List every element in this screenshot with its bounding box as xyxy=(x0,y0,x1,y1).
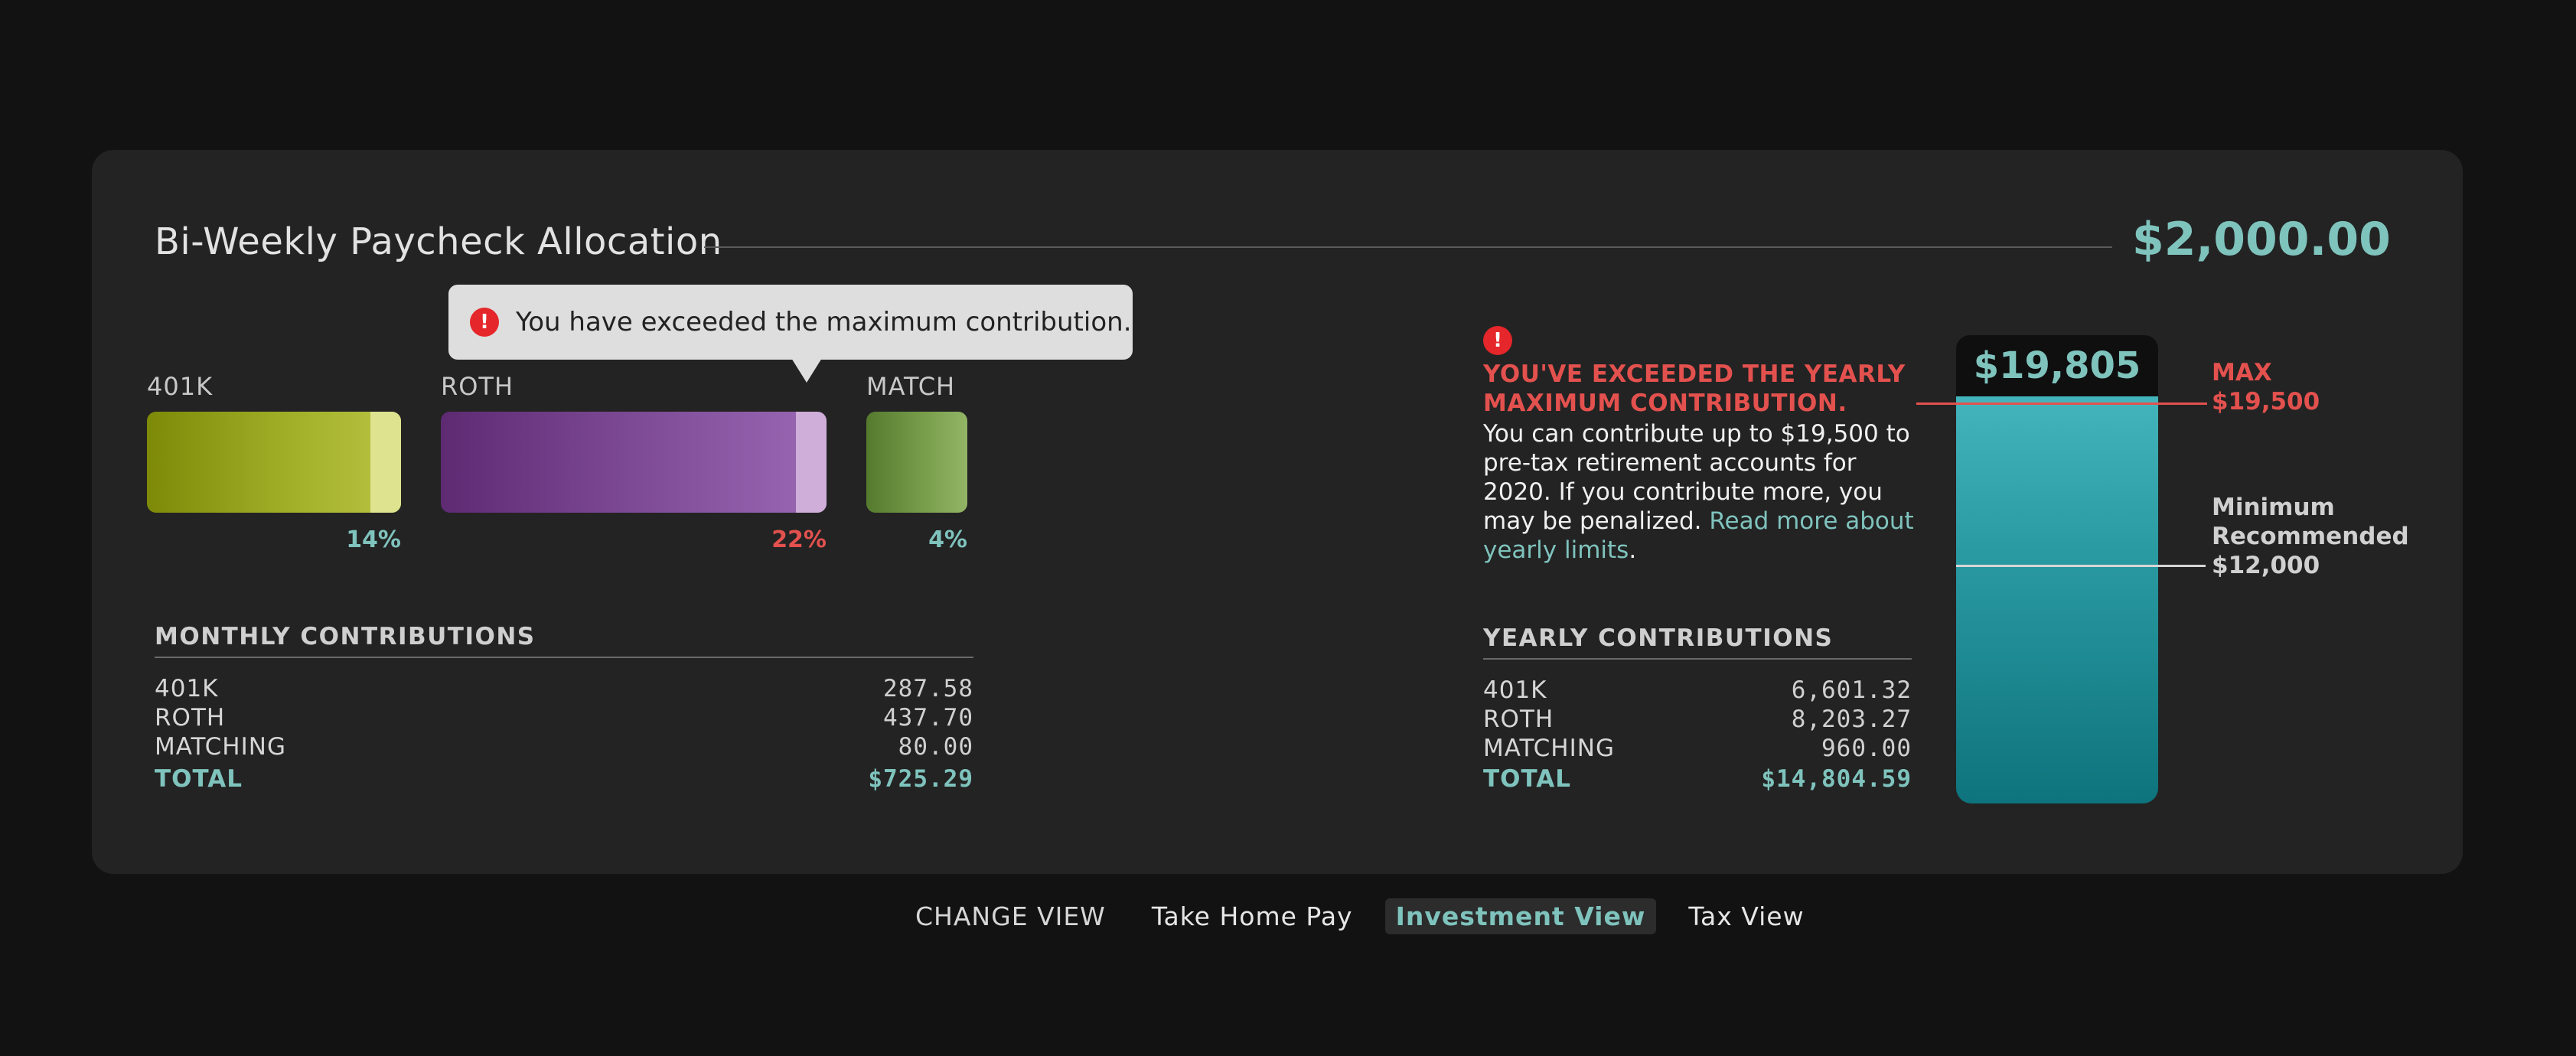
paycheck-amount: $2,000.00 xyxy=(2132,213,2391,266)
title-divider xyxy=(704,246,2112,248)
min-value: $12,000 xyxy=(2212,552,2320,579)
total-label: TOTAL xyxy=(1483,765,1571,793)
bar-label-401k: 401K xyxy=(147,372,214,401)
table-row: MATCHING 80.00 xyxy=(155,733,973,761)
tab-investment-view[interactable]: Investment View xyxy=(1384,898,1657,934)
table-row: ROTH 8,203.27 xyxy=(1483,706,1912,733)
total-label: TOTAL xyxy=(155,765,243,793)
allocation-bar-match[interactable] xyxy=(866,412,967,513)
yearly-heading: YEARLY CONTRIBUTIONS xyxy=(1483,624,1834,652)
monthly-heading: MONTHLY CONTRIBUTIONS xyxy=(155,623,536,650)
row-label: ROTH xyxy=(155,704,226,732)
max-value: $19,500 xyxy=(2212,388,2320,416)
min-label-1: Minimum xyxy=(2212,494,2335,521)
total-value: $14,804.59 xyxy=(1761,765,1912,793)
page-title: Bi-Weekly Paycheck Allocation xyxy=(155,220,722,263)
total-value: $725.29 xyxy=(868,765,973,793)
percent-401k: 14% xyxy=(346,526,401,553)
bar-handle-roth[interactable] xyxy=(796,412,827,513)
total-row: TOTAL $14,804.59 xyxy=(1483,765,1912,793)
warning-body: You can contribute up to $19,500 to pre-… xyxy=(1483,419,1927,565)
row-value: 6,601.32 xyxy=(1791,676,1912,704)
max-label: MAX xyxy=(2212,359,2272,386)
table-row: 401K 6,601.32 xyxy=(1483,676,1912,704)
bar-handle-401k[interactable] xyxy=(370,412,401,513)
percent-match: 4% xyxy=(928,526,967,553)
allocation-bar-roth[interactable] xyxy=(441,412,827,513)
min-marker-label: Minimum Recommended $12,000 xyxy=(2212,493,2409,580)
tooltip-message: You have exceeded the maximum contributi… xyxy=(516,307,1132,337)
table-row: MATCHING 960.00 xyxy=(1483,735,1912,762)
exceeded-tooltip: ! You have exceeded the maximum contribu… xyxy=(448,285,1133,383)
percent-roth: 22% xyxy=(771,526,827,553)
alert-icon: ! xyxy=(1483,326,1512,355)
row-value: 80.00 xyxy=(898,733,973,761)
row-value: 960.00 xyxy=(1821,735,1912,762)
row-label: MATCHING xyxy=(1483,735,1615,762)
total-row: TOTAL $725.29 xyxy=(155,765,973,793)
row-label: 401K xyxy=(155,675,219,702)
table-row: ROTH 437.70 xyxy=(155,704,973,732)
max-marker-label: MAX $19,500 xyxy=(2212,358,2320,416)
row-label: 401K xyxy=(1483,676,1547,704)
change-view-label: CHANGE VIEW xyxy=(915,901,1106,931)
tab-take-home-pay[interactable]: Take Home Pay xyxy=(1141,898,1364,934)
view-switcher: CHANGE VIEW Take Home Pay Investment Vie… xyxy=(915,895,1837,937)
yearly-divider xyxy=(1483,658,1912,660)
row-value: 8,203.27 xyxy=(1791,706,1912,733)
warning-heading: YOU'VE EXCEEDED THE YEARLY MAXIMUM CONTR… xyxy=(1483,360,1906,417)
monthly-divider xyxy=(155,657,973,658)
warning-trailing: . xyxy=(1629,536,1637,564)
yearly-tank-gauge xyxy=(1956,387,2158,803)
alert-icon: ! xyxy=(470,308,499,337)
bar-label-match: MATCH xyxy=(866,372,956,401)
tank-value: $19,805 xyxy=(1956,335,2158,396)
row-value: 437.70 xyxy=(883,704,973,732)
table-row: 401K 287.58 xyxy=(155,675,973,702)
min-marker-line xyxy=(1956,565,2206,567)
row-label: ROTH xyxy=(1483,706,1554,733)
tab-tax-view[interactable]: Tax View xyxy=(1678,898,1815,934)
row-value: 287.58 xyxy=(883,675,973,702)
bar-label-roth: ROTH xyxy=(441,372,514,401)
max-marker-line xyxy=(1916,403,2207,405)
allocation-bar-401k[interactable] xyxy=(147,412,401,513)
min-label-2: Recommended xyxy=(2212,523,2409,550)
row-label: MATCHING xyxy=(155,733,286,761)
